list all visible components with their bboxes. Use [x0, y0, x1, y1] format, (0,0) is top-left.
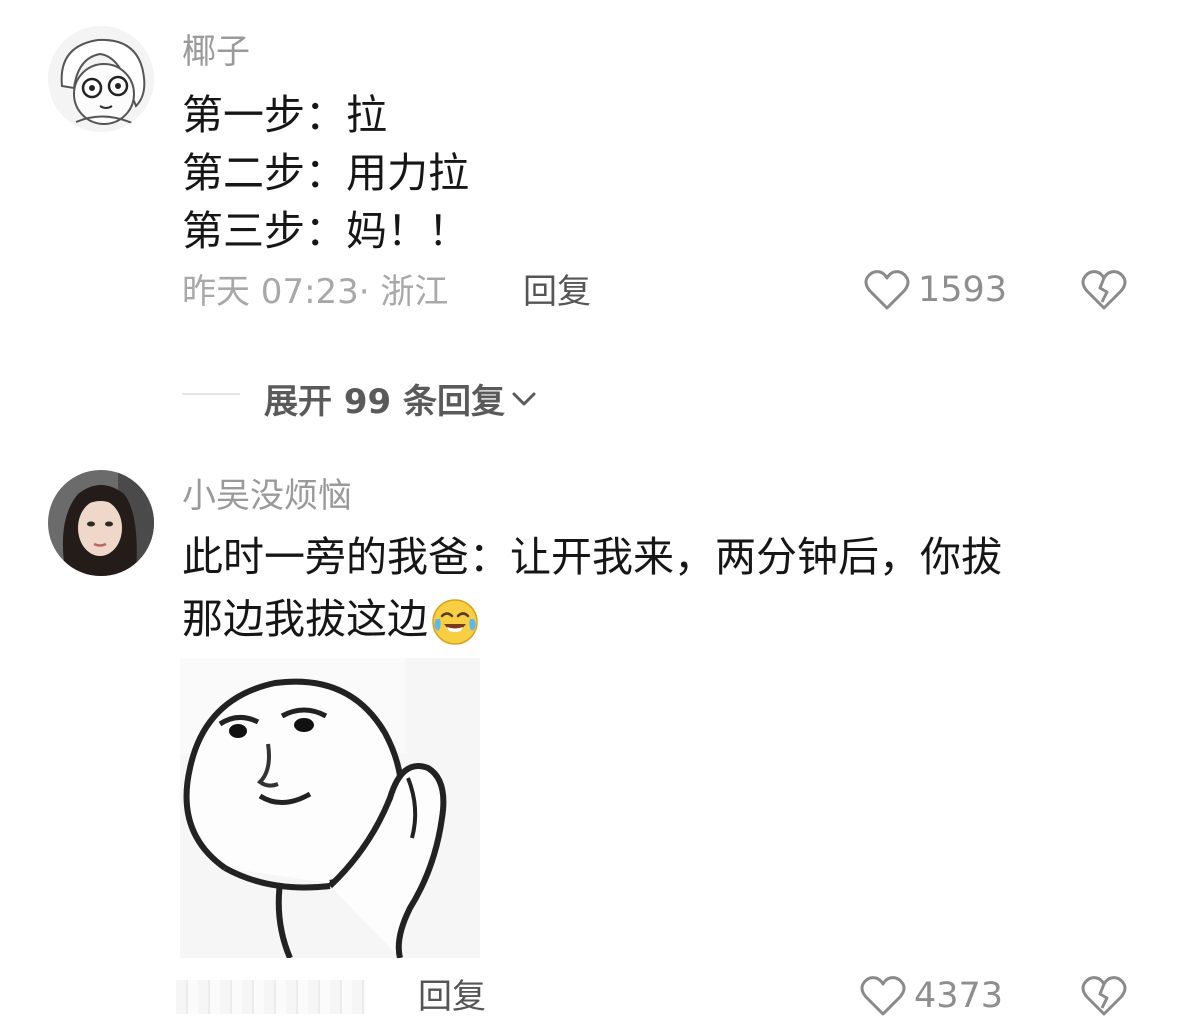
comment-meta: 昨天 07:23· 浙江 [182, 272, 448, 312]
comment-username[interactable]: 小吴没烦恼 [182, 476, 352, 516]
comment-text-line: 第三步：妈！！ [182, 207, 469, 255]
comment-text-content: 那边我拔这边 [182, 595, 428, 643]
like-count: 4373 [914, 976, 1004, 1016]
tears-of-joy-emoji-icon [432, 599, 478, 645]
chevron-down-icon [512, 392, 536, 405]
comment-text-line: 第二步：用力拉 [182, 149, 469, 197]
avatar[interactable] [48, 470, 154, 576]
like-button[interactable]: 4373 [860, 974, 1003, 1018]
comment-text-line: 那边我拔这边 [182, 590, 480, 648]
meme-sketch-face-image [180, 658, 480, 958]
like-button[interactable]: 1593 [864, 268, 1007, 312]
expand-divider [182, 393, 240, 395]
comment-location: · 浙江 [358, 272, 449, 312]
reply-button[interactable]: 回复 [523, 272, 591, 312]
anime-avatar-image [48, 26, 154, 132]
heart-outline-icon [864, 270, 910, 310]
broken-heart-icon [1081, 270, 1127, 310]
comment-text-line: 第一步：拉 [182, 91, 387, 139]
expand-replies-button[interactable]: 展开 99 条回复 [264, 374, 539, 423]
blurred-meta [176, 980, 366, 1014]
expand-replies-label: 展开 99 条回复 [264, 382, 505, 422]
broken-heart-icon [1081, 976, 1127, 1016]
profile-photo-avatar [48, 470, 154, 576]
heart-outline-icon [860, 976, 906, 1016]
dislike-button[interactable] [1080, 974, 1128, 1022]
meme-image[interactable] [180, 658, 480, 958]
like-count: 1593 [918, 270, 1008, 310]
dislike-button[interactable] [1080, 268, 1128, 316]
reply-button[interactable]: 回复 [418, 977, 486, 1017]
comment-timestamp: 昨天 07:23 [182, 272, 359, 312]
comment-username[interactable]: 椰子 [182, 32, 250, 72]
avatar[interactable] [48, 26, 154, 132]
comment-text-line: 此时一旁的我爸：让开我来，两分钟后，你拔 [182, 533, 1002, 581]
